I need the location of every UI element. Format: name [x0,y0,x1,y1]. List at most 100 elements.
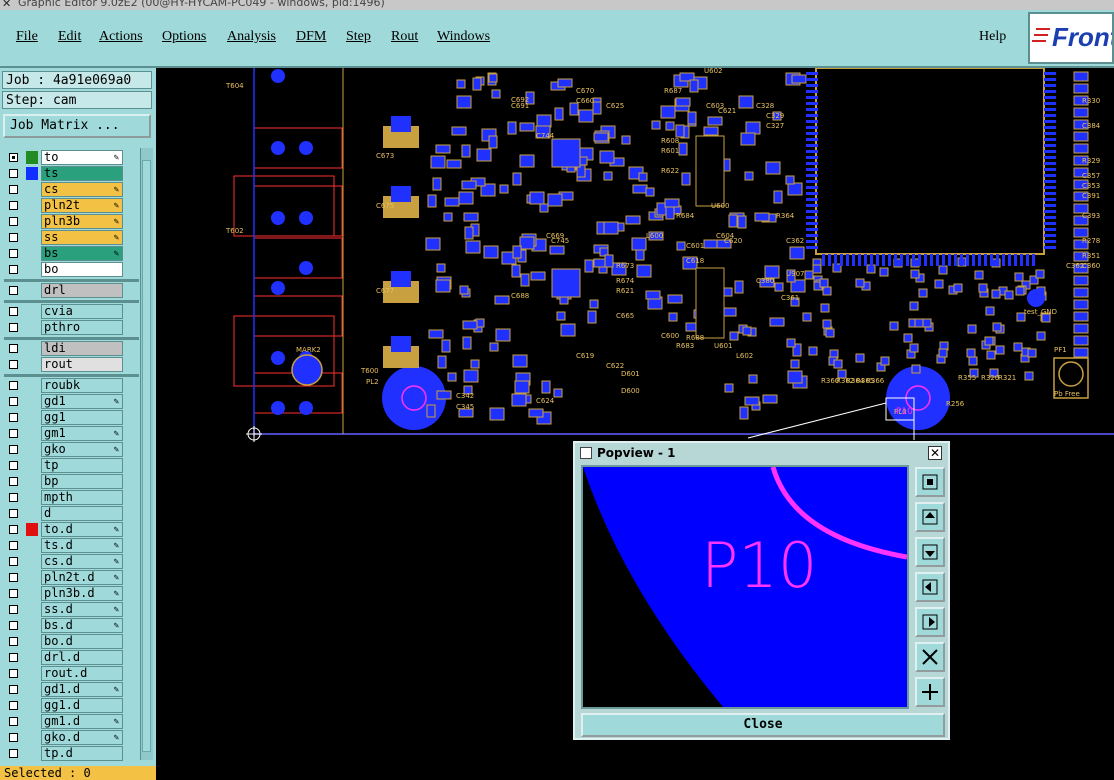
layer-checkbox[interactable] [9,233,18,242]
layer-name[interactable]: pln3b ✎ [41,214,123,229]
layer-name[interactable]: tp [41,458,123,473]
layer-name[interactable]: ss.d ✎ [41,602,123,617]
layer-checkbox[interactable] [9,733,18,742]
zoom-in-button[interactable] [915,677,945,707]
pan-up-button[interactable] [915,502,945,532]
layer-checkbox[interactable] [9,217,18,226]
layer-name[interactable]: d [41,506,123,521]
layer-row-bs-d[interactable]: bs.d ✎ [4,618,139,633]
layer-name[interactable]: pthro [41,320,123,335]
layer-checkbox[interactable] [9,445,18,454]
layer-name[interactable]: pln3b.d ✎ [41,586,123,601]
layer-name[interactable]: ss ✎ [41,230,123,245]
menu-options[interactable]: Options [162,29,206,45]
layer-row-pthro[interactable]: pthro [4,320,139,335]
close-x-icon[interactable]: ✕ [2,0,11,10]
layer-checkbox[interactable] [9,669,18,678]
layer-name[interactable]: rout [41,357,123,372]
layer-name[interactable]: gd1 ✎ [41,394,123,409]
layer-checkbox[interactable] [9,429,18,438]
layer-checkbox[interactable] [9,153,18,162]
menu-actions[interactable]: Actions [99,29,143,45]
menu-step[interactable]: Step [346,29,371,45]
layer-checkbox[interactable] [9,749,18,758]
layer-name[interactable]: gko.d ✎ [41,730,123,745]
zoom-fit-button[interactable] [915,467,945,497]
menu-rout[interactable]: Rout [391,29,418,45]
layer-name[interactable]: bp [41,474,123,489]
layer-name[interactable]: mpth [41,490,123,505]
layer-name[interactable]: pln2t ✎ [41,198,123,213]
layer-checkbox[interactable] [9,717,18,726]
layer-row-cs[interactable]: cs ✎ [4,182,139,197]
layer-checkbox[interactable] [9,621,18,630]
layer-row-rout[interactable]: rout [4,357,139,372]
layer-checkbox[interactable] [9,685,18,694]
layer-color-swatch[interactable] [26,167,38,180]
layer-checkbox[interactable] [9,557,18,566]
layer-checkbox[interactable] [9,653,18,662]
layer-checkbox[interactable] [9,185,18,194]
layer-name[interactable]: gko ✎ [41,442,123,457]
layer-row-pln2t-d[interactable]: pln2t.d ✎ [4,570,139,585]
layer-row-rout-d[interactable]: rout.d [4,666,139,681]
layer-row-gko[interactable]: gko ✎ [4,442,139,457]
layer-name[interactable]: drl [41,283,123,298]
layer-row-gm1-d[interactable]: gm1.d ✎ [4,714,139,729]
scrollbar-thumb[interactable] [142,160,151,752]
pan-down-button[interactable] [915,537,945,567]
layer-name[interactable]: cs.d ✎ [41,554,123,569]
layer-row-cvia[interactable]: cvia [4,304,139,319]
layer-name[interactable]: cvia [41,304,123,319]
layer-row-drl-d[interactable]: drl.d [4,650,139,665]
layer-checkbox[interactable] [9,381,18,390]
layer-name[interactable]: bs ✎ [41,246,123,261]
layer-checkbox[interactable] [9,265,18,274]
menu-analysis[interactable]: Analysis [227,29,276,45]
menu-help[interactable]: Help [979,29,1006,45]
layer-row-tp[interactable]: tp [4,458,139,473]
layer-name[interactable]: ts.d ✎ [41,538,123,553]
layer-row-tp-d[interactable]: tp.d [4,746,139,761]
layer-name[interactable]: gm1 ✎ [41,426,123,441]
layer-name[interactable]: pln2t.d ✎ [41,570,123,585]
job-matrix-button[interactable]: Job Matrix ... [3,114,151,138]
layer-checkbox[interactable] [9,701,18,710]
layer-name[interactable]: bs.d ✎ [41,618,123,633]
layer-checkbox[interactable] [9,541,18,550]
close-button[interactable]: Close [581,713,945,737]
layer-row-pln2t[interactable]: pln2t ✎ [4,198,139,213]
layer-checkbox[interactable] [9,477,18,486]
layer-name[interactable]: drl.d [41,650,123,665]
menu-windows[interactable]: Windows [437,29,490,45]
layer-checkbox[interactable] [9,360,18,369]
layer-row-ss-d[interactable]: ss.d ✎ [4,602,139,617]
menu-edit[interactable]: Edit [58,29,81,45]
layer-row-roubk[interactable]: roubk [4,378,139,393]
layer-name[interactable]: gg1.d [41,698,123,713]
popview-close-icon[interactable]: ✕ [928,446,942,460]
menu-dfm[interactable]: DFM [296,29,326,45]
layer-name[interactable]: roubk [41,378,123,393]
pan-right-button[interactable] [915,607,945,637]
layer-row-to-d[interactable]: to.d ✎ [4,522,139,537]
layer-name[interactable]: ldi [41,341,123,356]
layer-name[interactable]: rout.d [41,666,123,681]
layer-name[interactable]: gm1.d ✎ [41,714,123,729]
layer-row-ts-d[interactable]: ts.d ✎ [4,538,139,553]
layer-name[interactable]: ts [41,166,123,181]
layer-checkbox[interactable] [9,605,18,614]
pan-left-button[interactable] [915,572,945,602]
layer-row-ss[interactable]: ss ✎ [4,230,139,245]
layer-name[interactable]: cs ✎ [41,182,123,197]
layer-checkbox[interactable] [9,323,18,332]
layer-row-gm1[interactable]: gm1 ✎ [4,426,139,441]
layer-name[interactable]: to ✎ [41,150,123,165]
layer-row-gg1-d[interactable]: gg1.d [4,698,139,713]
layer-row-gg1[interactable]: gg1 [4,410,139,425]
layer-name[interactable]: gg1 [41,410,123,425]
layer-name[interactable]: bo [41,262,123,277]
layer-checkbox[interactable] [9,286,18,295]
layer-row-gd1-d[interactable]: gd1.d ✎ [4,682,139,697]
layer-row-bo[interactable]: bo [4,262,139,277]
